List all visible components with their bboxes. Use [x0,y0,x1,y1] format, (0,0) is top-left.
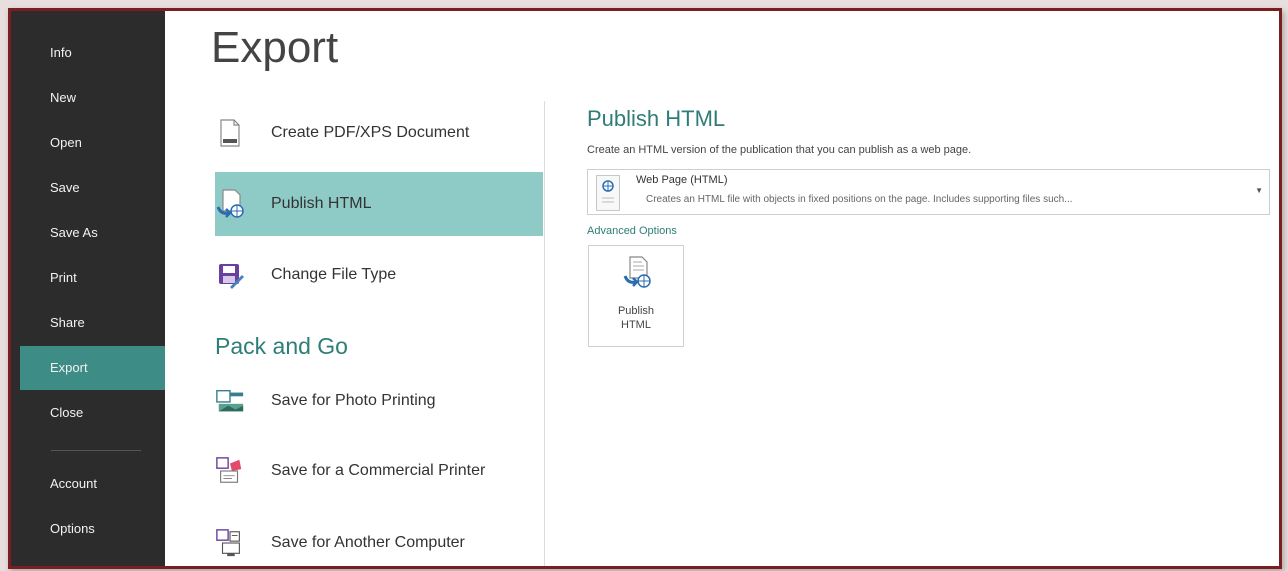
sidebar-divider [51,450,141,451]
option-label: Change File Type [271,266,397,283]
sidebar-item-save-as[interactable]: Save As [20,211,165,255]
option-label: Save for Another Computer [271,534,465,551]
publish-button-label: Publish HTML [589,304,683,332]
page-title: Export [211,23,339,72]
option-label: Save for Photo Printing [271,392,436,409]
option-create-pdf-xps[interactable]: Create PDF/XPS Document [215,101,543,165]
web-page-icon [596,175,620,211]
column-divider [544,101,545,566]
sidebar-item-export[interactable]: Export [20,346,165,390]
sidebar-item-label: Close [50,405,84,420]
app-window: Info New Open Save Save As Print Share E… [8,8,1282,569]
sidebar-item-label: Open [50,135,82,150]
publish-button-line2: HTML [621,319,651,331]
sidebar-item-new[interactable]: New [20,76,165,120]
publish-button-line1: Publish [617,305,655,317]
sidebar-item-info[interactable]: Info [20,31,165,75]
sidebar-item-label: Options [50,521,95,536]
publish-html-button[interactable]: Publish HTML [588,245,684,347]
sidebar-item-label: New [50,90,77,105]
sidebar-item-label: Save [50,180,80,195]
sidebar-item-label: Share [50,315,85,330]
sidebar-item-label: Save As [50,225,98,240]
photo-printing-icon [215,386,245,416]
option-label: Save for a Commercial Printer [271,462,486,479]
option-save-photo-printing[interactable]: Save for Photo Printing [215,369,543,433]
pack-and-go-heading: Pack and Go [215,333,348,359]
backstage-sidebar: Info New Open Save Save As Print Share E… [11,11,165,566]
sidebar-item-label: Print [50,270,77,285]
dropdown-selected-value: Web Page (HTML) [636,174,728,186]
publish-html-icon [215,189,245,219]
dropdown-subtext: Creates an HTML file with objects in fix… [646,194,1073,205]
advanced-options-link[interactable]: Advanced Options [587,225,677,237]
option-save-another-computer[interactable]: Save for Another Computer [215,511,543,566]
sidebar-item-share[interactable]: Share [20,301,165,345]
publish-html-icon [622,256,652,297]
file-type-dropdown[interactable]: Web Page (HTML) Creates an HTML file wit… [587,169,1270,215]
sidebar-item-print[interactable]: Print [20,256,165,300]
option-publish-html[interactable]: Publish HTML [215,172,543,236]
option-change-file-type[interactable]: Change File Type [215,243,543,307]
sidebar-item-save[interactable]: Save [20,166,165,210]
commercial-printer-icon [215,456,245,486]
change-file-type-icon [215,260,245,290]
option-save-commercial-printer[interactable]: Save for a Commercial Printer [215,439,543,503]
option-label: Publish HTML [271,195,372,212]
detail-description: Create an HTML version of the publicatio… [587,144,972,156]
sidebar-item-label: Info [50,45,72,60]
chevron-down-icon[interactable]: ▼ [1255,186,1263,195]
another-computer-icon [215,528,245,558]
option-label: Create PDF/XPS Document [271,124,470,141]
sidebar-item-label: Account [50,476,97,491]
sidebar-item-close[interactable]: Close [20,391,165,435]
sidebar-item-label: Export [50,360,88,375]
sidebar-item-open[interactable]: Open [20,121,165,165]
pdf-document-icon [215,118,245,148]
detail-title: Publish HTML [587,106,726,131]
sidebar-item-account[interactable]: Account [20,462,165,506]
sidebar-item-options[interactable]: Options [20,507,165,551]
